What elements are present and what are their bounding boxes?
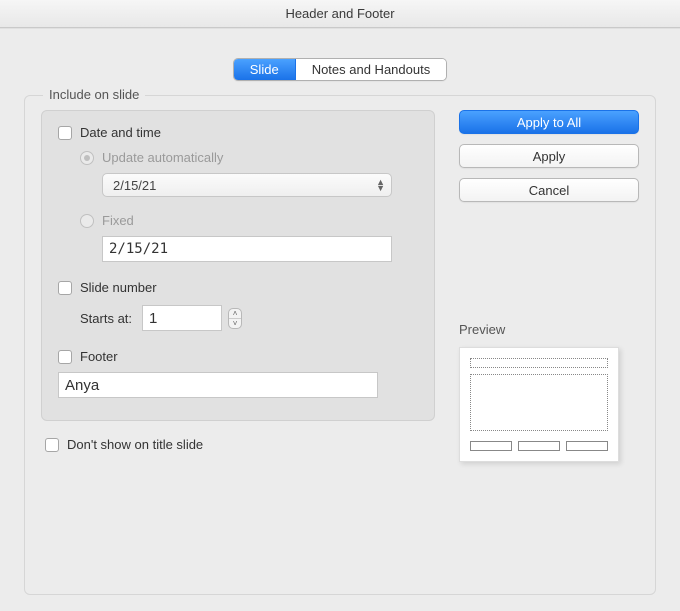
starts-at-stepper[interactable]: ˄ ˅ bbox=[228, 308, 242, 329]
preview-header-placeholder bbox=[470, 358, 608, 368]
preview-footer-slot-center bbox=[518, 441, 560, 451]
auto-date-select[interactable]: 2/15/21 ▲▼ bbox=[102, 173, 392, 197]
window-title: Header and Footer bbox=[0, 0, 680, 28]
update-auto-radio[interactable] bbox=[80, 151, 94, 165]
date-time-checkbox[interactable] bbox=[58, 126, 72, 140]
footer-checkbox[interactable] bbox=[58, 350, 72, 364]
slide-number-checkbox[interactable] bbox=[58, 281, 72, 295]
update-auto-label: Update automatically bbox=[102, 150, 223, 165]
dont-show-title-label: Don't show on title slide bbox=[67, 437, 203, 452]
frame-legend: Include on slide bbox=[43, 87, 145, 102]
date-time-label: Date and time bbox=[80, 125, 161, 140]
apply-button[interactable]: Apply bbox=[459, 144, 639, 168]
apply-to-all-button[interactable]: Apply to All bbox=[459, 110, 639, 134]
chevron-up-icon: ˄ bbox=[229, 309, 241, 319]
chevron-down-icon: ˅ bbox=[229, 319, 241, 328]
tab-bar: Slide Notes and Handouts bbox=[24, 58, 656, 81]
slide-number-label: Slide number bbox=[80, 280, 157, 295]
chevron-updown-icon: ▲▼ bbox=[376, 179, 385, 191]
fixed-radio[interactable] bbox=[80, 214, 94, 228]
fixed-date-input[interactable] bbox=[102, 236, 392, 262]
preview-footer-slot-left bbox=[470, 441, 512, 451]
footer-label: Footer bbox=[80, 349, 118, 364]
preview-footer-slot-right bbox=[566, 441, 608, 451]
preview-body-placeholder bbox=[470, 374, 608, 431]
tab-slide[interactable]: Slide bbox=[234, 59, 296, 80]
include-on-slide-frame: Include on slide Date and time Update au… bbox=[24, 95, 656, 595]
starts-at-label: Starts at: bbox=[80, 311, 132, 326]
auto-date-value: 2/15/21 bbox=[113, 178, 156, 193]
preview-thumbnail bbox=[459, 347, 619, 462]
dont-show-title-checkbox[interactable] bbox=[45, 438, 59, 452]
starts-at-input[interactable] bbox=[142, 305, 222, 331]
tab-notes-handouts[interactable]: Notes and Handouts bbox=[296, 59, 447, 80]
cancel-button[interactable]: Cancel bbox=[459, 178, 639, 202]
footer-input[interactable] bbox=[58, 372, 378, 398]
preview-label: Preview bbox=[459, 322, 639, 337]
fixed-label: Fixed bbox=[102, 213, 134, 228]
